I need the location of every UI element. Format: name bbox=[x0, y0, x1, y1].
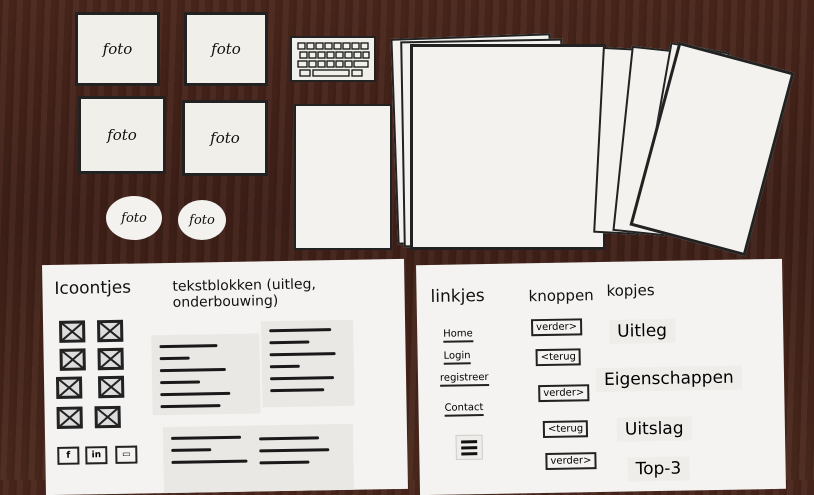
facebook-icon: f bbox=[57, 446, 80, 465]
photo-circle-2: foto bbox=[178, 200, 226, 240]
photo-card-3: foto bbox=[78, 96, 166, 174]
keyboard-icon bbox=[297, 42, 370, 77]
placeholder-icon bbox=[94, 405, 121, 429]
button-next: verder> bbox=[530, 318, 583, 337]
blank-card bbox=[294, 104, 392, 250]
paper-sheet-icons-text: Icoontjes tekstblokken (uitleg, onderbou… bbox=[42, 258, 408, 495]
link-register: registreer bbox=[439, 371, 489, 387]
heading-text-blocks: tekstblokken (uitleg, onderbouwing) bbox=[172, 276, 317, 311]
photo-card-2: foto bbox=[184, 12, 268, 86]
button-back: <terug bbox=[542, 420, 589, 439]
text-block-2 bbox=[261, 319, 355, 408]
photo-circle-1: foto bbox=[106, 196, 162, 240]
hamburger-menu-icon bbox=[455, 434, 483, 461]
linkedin-icon: in bbox=[85, 446, 108, 465]
heading-buttons: knoppen bbox=[528, 286, 594, 306]
photo-card-label: foto bbox=[102, 40, 133, 58]
button-next: verder> bbox=[538, 384, 590, 403]
blank-sheet-front bbox=[410, 44, 606, 250]
heading-icons: Icoontjes bbox=[54, 277, 132, 299]
placeholder-icon bbox=[58, 320, 86, 343]
screen-icon: ▭ bbox=[115, 445, 138, 464]
placeholder-icon bbox=[97, 375, 125, 399]
paper-sheet-links-buttons: linkjes knoppen kopjes Home Login regist… bbox=[416, 258, 786, 495]
text-block-1 bbox=[151, 333, 261, 416]
button-back: <terug bbox=[535, 348, 582, 367]
title-properties: Eigenschappen bbox=[595, 365, 742, 393]
title-top-3: Top-3 bbox=[627, 456, 690, 482]
placeholder-icon bbox=[96, 319, 124, 343]
photo-card-4: foto bbox=[182, 100, 268, 176]
keyboard-card bbox=[290, 36, 376, 82]
text-block-3 bbox=[162, 423, 354, 494]
title-result: Uitslag bbox=[616, 416, 692, 442]
placeholder-icon bbox=[97, 347, 124, 371]
button-next: verder> bbox=[545, 452, 597, 470]
link-home: Home bbox=[443, 328, 473, 343]
photo-card-label: foto bbox=[210, 129, 240, 147]
photo-card-label: foto bbox=[211, 40, 241, 58]
photo-card-1: foto bbox=[75, 12, 160, 86]
link-login: Login bbox=[443, 350, 471, 365]
placeholder-icon bbox=[59, 348, 86, 371]
photo-card-label: foto bbox=[107, 126, 137, 144]
link-contact: Contact bbox=[444, 402, 484, 417]
photo-card-label: foto bbox=[121, 210, 147, 226]
heading-titles: kopjes bbox=[606, 281, 655, 300]
placeholder-icon bbox=[55, 376, 83, 399]
title-explanation: Uitleg bbox=[609, 318, 676, 344]
heading-links: linkjes bbox=[430, 286, 485, 307]
placeholder-icon bbox=[56, 406, 83, 429]
photo-card-label: foto bbox=[189, 212, 215, 228]
